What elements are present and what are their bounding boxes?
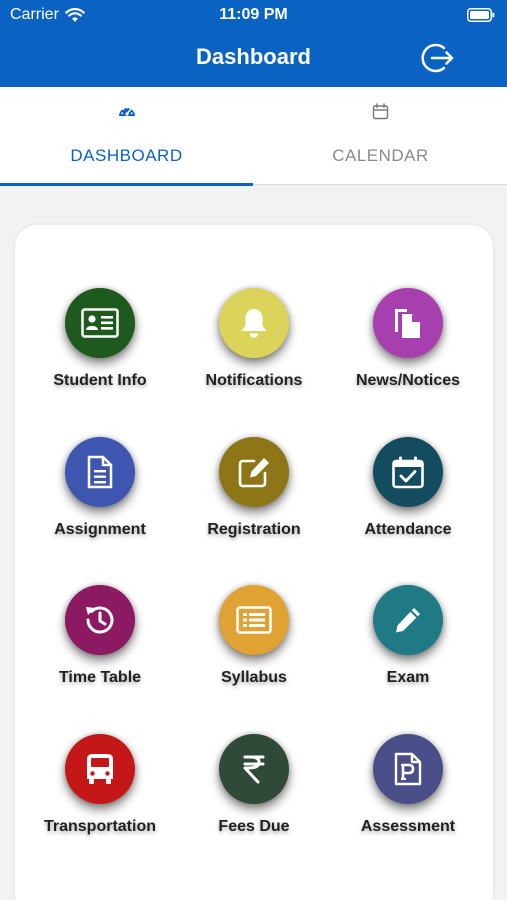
bell-icon <box>241 309 267 338</box>
tile-label: News/Notices <box>355 372 461 389</box>
edit-icon <box>238 458 269 488</box>
clock: 11:09 PM <box>219 6 288 23</box>
tile-label: Time Table <box>58 669 142 686</box>
tile-assignment[interactable]: Assignment <box>20 437 180 567</box>
tab-calendar[interactable]: CALENDAR <box>254 87 507 185</box>
tile-news-notices[interactable]: News/Notices <box>328 288 488 418</box>
tile-label: Attendance <box>364 521 452 538</box>
calendar-check-icon <box>392 456 424 489</box>
history-icon <box>86 606 114 634</box>
status-bar: Carrier 11:09 PM <box>0 0 507 30</box>
tile-time-table[interactable]: Time Table <box>20 585 180 715</box>
tile-label: Assignment <box>54 521 146 538</box>
tile-notifications[interactable]: Notifications <box>174 288 334 418</box>
tile-label: Student Info <box>53 372 147 389</box>
document-icon <box>87 455 113 489</box>
pencil-icon <box>396 608 420 633</box>
tile-assessment[interactable]: Assessment <box>328 734 488 864</box>
title-row: Dashboard <box>0 30 507 87</box>
tab-dashboard[interactable]: DASHBOARD <box>0 87 253 186</box>
rupee-icon <box>243 755 265 784</box>
calendar-icon <box>372 103 389 120</box>
tile-label: Assessment <box>360 818 456 835</box>
tab-bar: DASHBOARD CALENDAR <box>0 87 507 186</box>
tile-label: Transportation <box>43 818 156 835</box>
battery-icon <box>467 8 495 22</box>
tile-registration[interactable]: Registration <box>174 437 334 567</box>
tab-dashboard-label: DASHBOARD <box>70 146 183 165</box>
tab-calendar-label: CALENDAR <box>332 146 429 165</box>
tile-syllabus[interactable]: Syllabus <box>174 585 334 715</box>
tile-transportation[interactable]: Transportation <box>20 734 180 864</box>
documents-icon <box>395 309 420 338</box>
app-header: Carrier 11:09 PM Dashboard <box>0 0 507 87</box>
tile-exam[interactable]: Exam <box>328 585 488 715</box>
list-icon <box>236 606 272 634</box>
speedometer-icon <box>118 106 135 116</box>
tile-label: Syllabus <box>221 669 287 686</box>
tile-label: Fees Due <box>218 818 290 835</box>
active-tab-indicator <box>0 183 253 186</box>
tile-attendance[interactable]: Attendance <box>328 437 488 567</box>
tile-student-info[interactable]: Student Info <box>20 288 180 418</box>
tile-fees-due[interactable]: Fees Due <box>174 734 334 864</box>
tile-label: Registration <box>207 521 301 538</box>
p-document-icon <box>394 752 422 786</box>
tile-label: Exam <box>386 669 430 686</box>
logout-icon[interactable] <box>417 39 455 77</box>
bus-icon <box>87 754 113 784</box>
id-card-icon <box>81 308 119 338</box>
dashboard-menu-card: Student Info Notifications News/Notices <box>15 225 493 900</box>
tile-label: Notifications <box>205 372 303 389</box>
